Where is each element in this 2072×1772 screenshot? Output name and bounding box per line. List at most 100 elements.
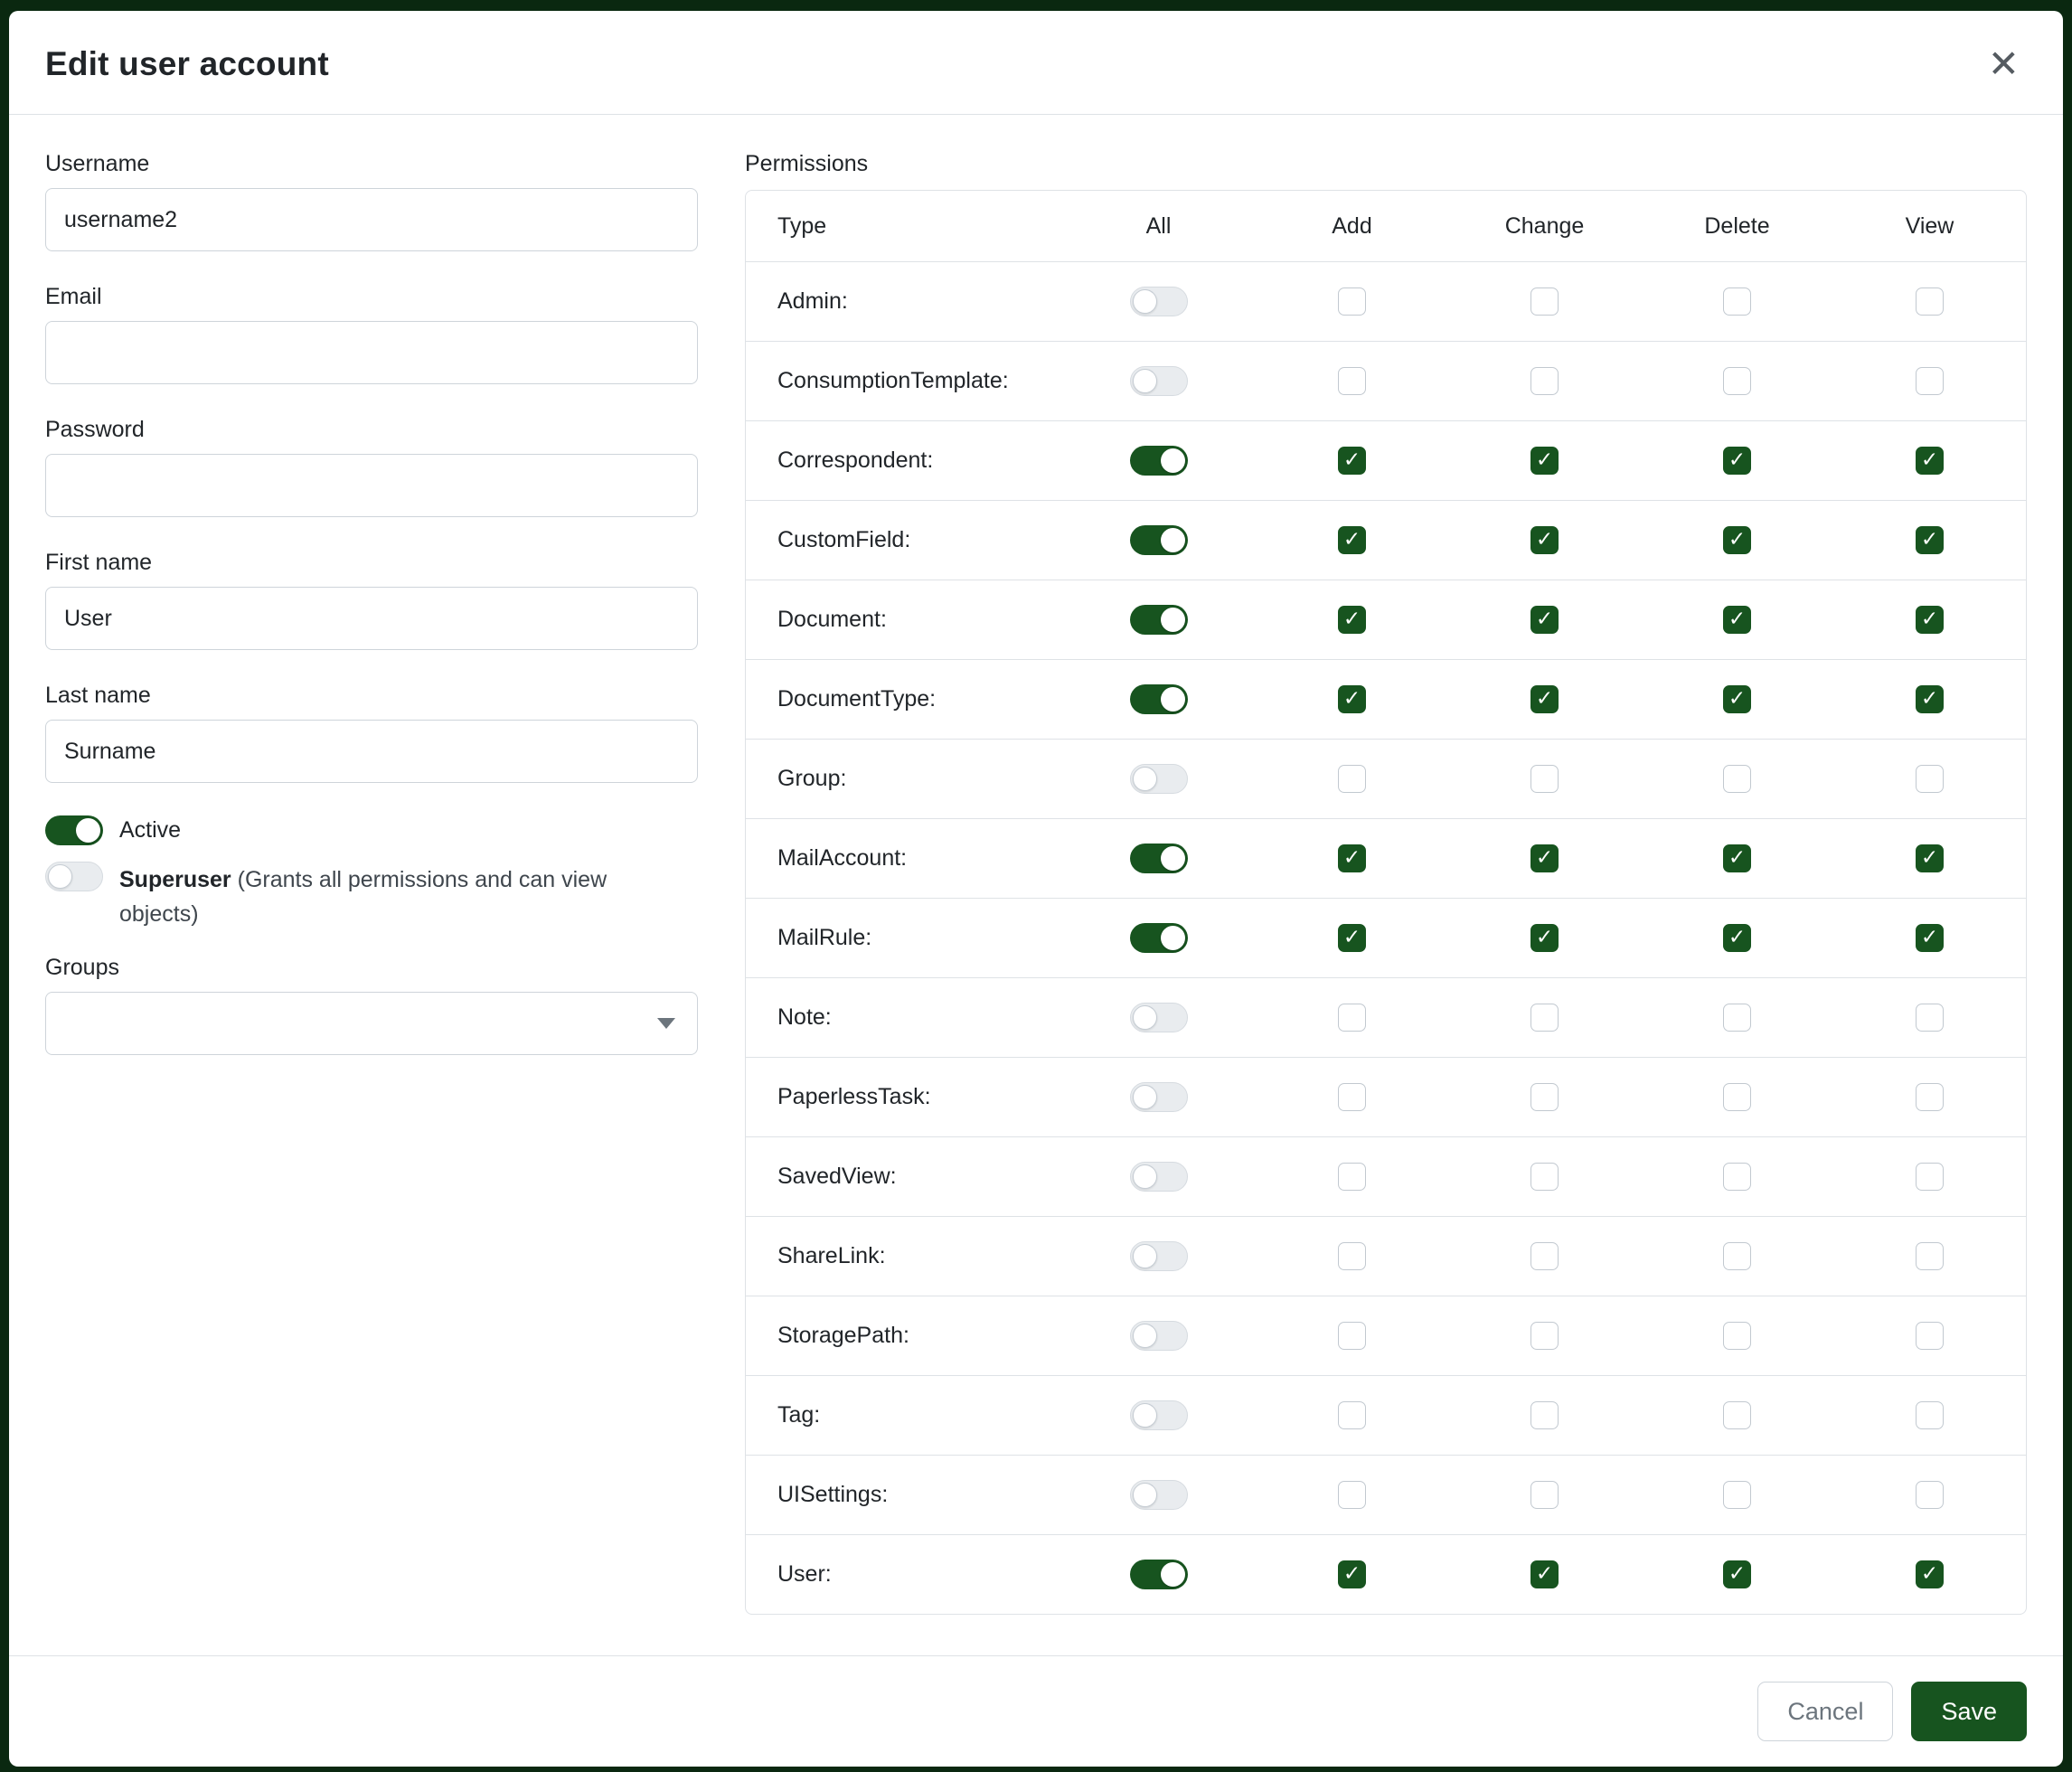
permission-add-checkbox[interactable]	[1338, 1163, 1366, 1191]
permission-view-checkbox[interactable]	[1916, 1083, 1944, 1111]
permission-delete-checkbox[interactable]	[1723, 1401, 1751, 1429]
toggle-knob	[1161, 926, 1185, 950]
permission-all-toggle[interactable]	[1130, 684, 1188, 714]
permission-all-toggle[interactable]	[1130, 1480, 1188, 1510]
permission-delete-checkbox[interactable]	[1723, 1560, 1751, 1588]
permission-add-checkbox[interactable]	[1338, 844, 1366, 872]
permission-view-checkbox[interactable]	[1916, 1242, 1944, 1270]
close-icon[interactable]: ✕	[1981, 42, 2027, 87]
permission-all-toggle[interactable]	[1130, 446, 1188, 476]
permission-change-checkbox[interactable]	[1530, 685, 1559, 713]
permission-delete-checkbox[interactable]	[1723, 447, 1751, 475]
username-input[interactable]	[45, 188, 698, 251]
permission-view-checkbox[interactable]	[1916, 924, 1944, 952]
permission-all-toggle[interactable]	[1130, 1400, 1188, 1430]
permission-add-checkbox[interactable]	[1338, 367, 1366, 395]
permission-delete-checkbox[interactable]	[1723, 526, 1751, 554]
active-label: Active	[119, 815, 181, 844]
permission-view-checkbox[interactable]	[1916, 447, 1944, 475]
permission-add-checkbox[interactable]	[1338, 606, 1366, 634]
permission-view-checkbox[interactable]	[1916, 1322, 1944, 1350]
permission-all-toggle[interactable]	[1130, 605, 1188, 635]
permission-delete-checkbox[interactable]	[1723, 844, 1751, 872]
permission-view-checkbox[interactable]	[1916, 367, 1944, 395]
permission-view-checkbox[interactable]	[1916, 1560, 1944, 1588]
permission-all-toggle[interactable]	[1130, 1082, 1188, 1112]
permission-add-checkbox[interactable]	[1338, 447, 1366, 475]
permission-all-toggle[interactable]	[1130, 525, 1188, 555]
password-field[interactable]	[45, 454, 698, 517]
permission-delete-checkbox[interactable]	[1723, 685, 1751, 713]
permission-add-checkbox[interactable]	[1338, 1322, 1366, 1350]
last-name-field[interactable]	[45, 720, 698, 783]
permission-view-checkbox[interactable]	[1916, 1163, 1944, 1191]
permission-change-checkbox[interactable]	[1530, 1083, 1559, 1111]
permission-change-checkbox[interactable]	[1530, 447, 1559, 475]
permission-all-toggle[interactable]	[1130, 844, 1188, 873]
permission-change-checkbox[interactable]	[1530, 1163, 1559, 1191]
permission-view-checkbox[interactable]	[1916, 526, 1944, 554]
permission-delete-checkbox[interactable]	[1723, 1163, 1751, 1191]
permission-all-toggle[interactable]	[1130, 366, 1188, 396]
permission-delete-checkbox[interactable]	[1723, 1242, 1751, 1270]
permission-view-checkbox[interactable]	[1916, 844, 1944, 872]
permission-add-checkbox[interactable]	[1338, 1004, 1366, 1032]
permission-delete-checkbox[interactable]	[1723, 924, 1751, 952]
permission-change-checkbox[interactable]	[1530, 606, 1559, 634]
groups-select[interactable]	[45, 992, 698, 1055]
email-field[interactable]	[45, 321, 698, 384]
permission-change-checkbox[interactable]	[1530, 1481, 1559, 1509]
permission-add-checkbox[interactable]	[1338, 685, 1366, 713]
permission-view-checkbox[interactable]	[1916, 287, 1944, 316]
permission-delete-checkbox[interactable]	[1723, 367, 1751, 395]
permission-change-checkbox[interactable]	[1530, 367, 1559, 395]
save-button[interactable]: Save	[1911, 1682, 2027, 1741]
permission-change-checkbox[interactable]	[1530, 526, 1559, 554]
permission-add-checkbox[interactable]	[1338, 1401, 1366, 1429]
permission-view-checkbox[interactable]	[1916, 1481, 1944, 1509]
permission-add-checkbox[interactable]	[1338, 526, 1366, 554]
permission-all-toggle[interactable]	[1130, 1241, 1188, 1271]
permission-all-toggle[interactable]	[1130, 1003, 1188, 1032]
permission-delete-checkbox[interactable]	[1723, 1322, 1751, 1350]
permission-view-checkbox[interactable]	[1916, 765, 1944, 793]
permission-all-cell	[1061, 1321, 1256, 1351]
permission-delete-checkbox[interactable]	[1723, 1481, 1751, 1509]
permission-all-toggle[interactable]	[1130, 287, 1188, 316]
permission-add-checkbox[interactable]	[1338, 924, 1366, 952]
permission-add-checkbox[interactable]	[1338, 1083, 1366, 1111]
permission-change-checkbox[interactable]	[1530, 1242, 1559, 1270]
permission-change-checkbox[interactable]	[1530, 844, 1559, 872]
permission-delete-checkbox[interactable]	[1723, 287, 1751, 316]
permission-view-checkbox[interactable]	[1916, 685, 1944, 713]
permission-change-checkbox[interactable]	[1530, 765, 1559, 793]
permission-all-toggle[interactable]	[1130, 764, 1188, 794]
active-toggle[interactable]	[45, 815, 103, 845]
permission-delete-checkbox[interactable]	[1723, 606, 1751, 634]
permission-add-checkbox[interactable]	[1338, 765, 1366, 793]
permission-type-label: CustomField:	[746, 527, 1061, 553]
superuser-toggle[interactable]	[45, 862, 103, 891]
permission-change-checkbox[interactable]	[1530, 287, 1559, 316]
permission-view-checkbox[interactable]	[1916, 1401, 1944, 1429]
cancel-button[interactable]: Cancel	[1757, 1682, 1893, 1741]
permission-change-checkbox[interactable]	[1530, 1322, 1559, 1350]
permission-add-checkbox[interactable]	[1338, 1481, 1366, 1509]
permission-add-checkbox[interactable]	[1338, 1242, 1366, 1270]
permission-all-toggle[interactable]	[1130, 1162, 1188, 1192]
permission-change-checkbox[interactable]	[1530, 1004, 1559, 1032]
permission-delete-checkbox[interactable]	[1723, 1004, 1751, 1032]
permission-view-checkbox[interactable]	[1916, 606, 1944, 634]
permission-all-toggle[interactable]	[1130, 1560, 1188, 1589]
permission-all-toggle[interactable]	[1130, 1321, 1188, 1351]
permission-add-checkbox[interactable]	[1338, 287, 1366, 316]
permission-delete-checkbox[interactable]	[1723, 1083, 1751, 1111]
permission-change-checkbox[interactable]	[1530, 924, 1559, 952]
permission-delete-checkbox[interactable]	[1723, 765, 1751, 793]
permission-add-checkbox[interactable]	[1338, 1560, 1366, 1588]
first-name-field[interactable]	[45, 587, 698, 650]
permission-change-checkbox[interactable]	[1530, 1401, 1559, 1429]
permission-all-toggle[interactable]	[1130, 923, 1188, 953]
permission-change-checkbox[interactable]	[1530, 1560, 1559, 1588]
permission-view-checkbox[interactable]	[1916, 1004, 1944, 1032]
